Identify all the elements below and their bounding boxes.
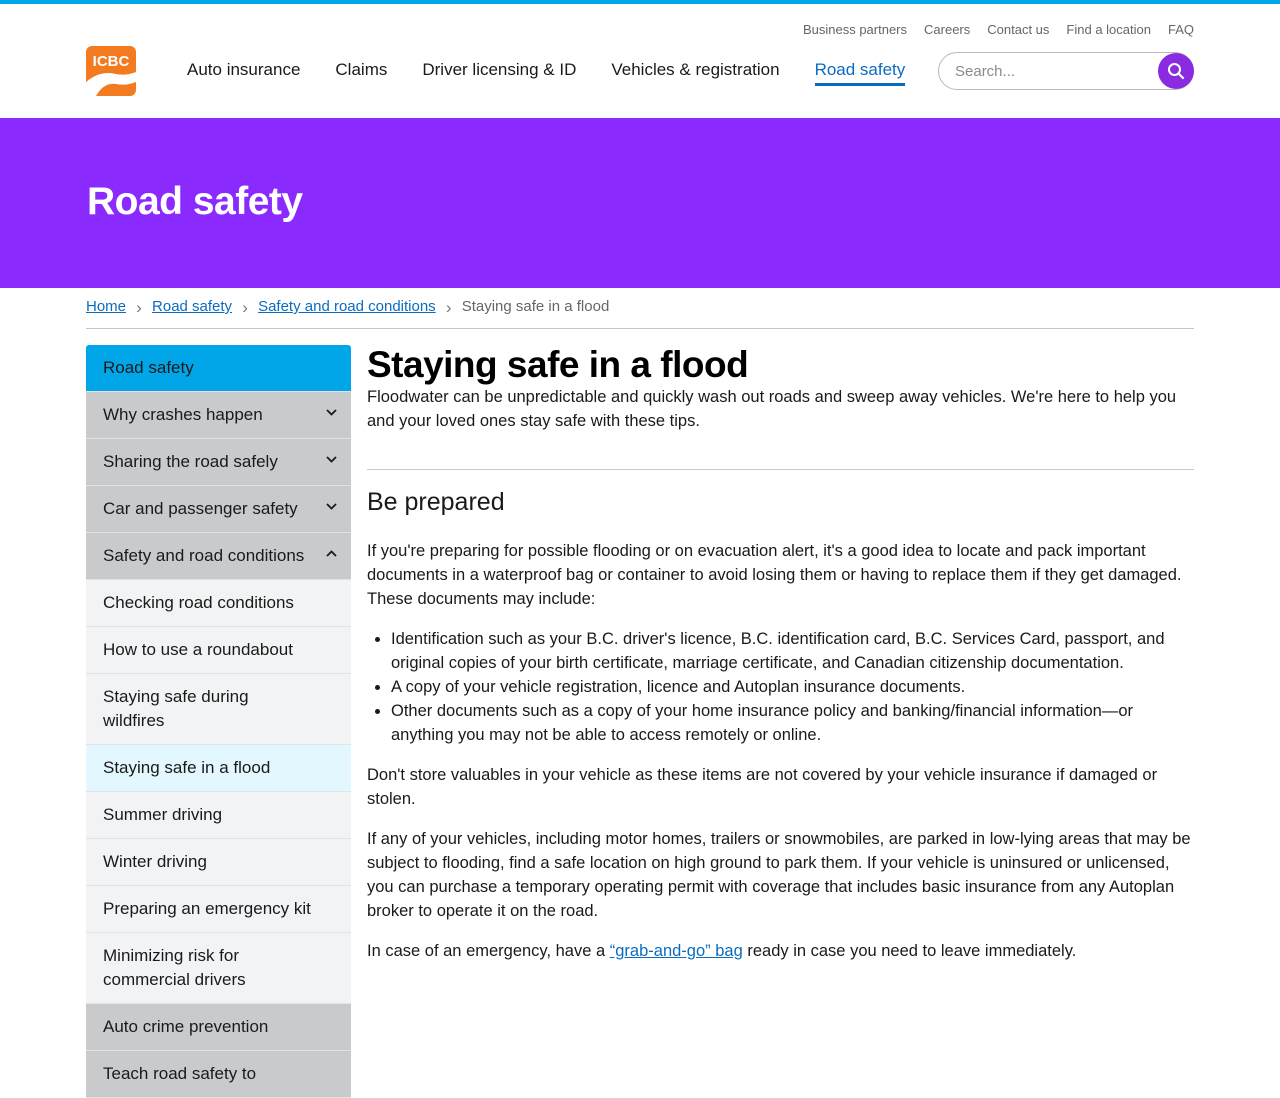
sidebar-item-emergency-kit[interactable]: Preparing an emergency kit <box>86 886 351 933</box>
page-title: Staying safe in a flood <box>367 344 749 385</box>
chevron-up-icon <box>326 550 337 557</box>
documents-list: Identification such as your B.C. driver'… <box>367 627 1194 747</box>
site-header: Business partners Careers Contact us Fin… <box>0 4 1280 118</box>
nav-road-safety[interactable]: Road safety <box>814 60 906 86</box>
sidebar-item-auto-crime-prevention[interactable]: Auto crime prevention <box>86 1004 351 1051</box>
utility-nav: Business partners Careers Contact us Fin… <box>803 22 1194 37</box>
breadcrumb-chevron-icon: › <box>242 298 248 317</box>
utility-link-contact-us[interactable]: Contact us <box>987 22 1049 37</box>
utility-link-find-location[interactable]: Find a location <box>1066 22 1151 37</box>
breadcrumb: Home › Road safety › Safety and road con… <box>86 298 1194 329</box>
chevron-down-icon <box>326 409 337 416</box>
breadcrumb-road-safety[interactable]: Road safety <box>152 298 232 315</box>
sidebar-item-car-passenger-safety[interactable]: Car and passenger safety <box>86 486 351 533</box>
breadcrumb-chevron-icon: › <box>136 298 142 317</box>
section-sidebar: Road safety Why crashes happen Sharing t… <box>86 345 351 1098</box>
sidebar-item-commercial-drivers[interactable]: Minimizing risk for commercial drivers <box>86 933 351 1004</box>
section-heading-be-prepared: Be prepared <box>367 488 505 516</box>
lead-paragraph: Floodwater can be unpredictable and quic… <box>367 388 1177 430</box>
list-item: Other documents such as a copy of your h… <box>391 699 1194 747</box>
sidebar-item-label: Car and passenger safety <box>103 499 298 518</box>
banner-title: Road safety <box>87 180 303 223</box>
sidebar-item-summer-driving[interactable]: Summer driving <box>86 792 351 839</box>
grab-and-go-link[interactable]: “grab-and-go” bag <box>610 942 743 960</box>
nav-driver-licensing[interactable]: Driver licensing & ID <box>422 60 576 86</box>
list-item: Identification such as your B.C. driver'… <box>391 627 1194 675</box>
breadcrumb-home[interactable]: Home <box>86 298 126 315</box>
chevron-down-icon <box>326 456 337 463</box>
svg-text:ICBC: ICBC <box>93 53 130 70</box>
sidebar-item-safety-road-conditions[interactable]: Safety and road conditions <box>86 533 351 580</box>
sidebar-item-wildfires[interactable]: Staying safe during wildfires <box>86 674 351 745</box>
breadcrumb-current: Staying safe in a flood <box>461 298 610 315</box>
sidebar-item-sharing-the-road[interactable]: Sharing the road safely <box>86 439 351 486</box>
icbc-logo[interactable]: ICBC <box>86 46 136 96</box>
icbc-logo-icon: ICBC <box>86 46 136 96</box>
paragraph-documents-intro: If you're preparing for possible floodin… <box>367 542 1182 608</box>
sidebar-item-winter-driving[interactable]: Winter driving <box>86 839 351 886</box>
sidebar-item-teach-road-safety[interactable]: Teach road safety to <box>86 1051 351 1098</box>
chevron-down-icon <box>326 503 337 510</box>
grab-and-go-text-before: In case of an emergency, have a <box>367 942 610 960</box>
search-box <box>938 52 1194 90</box>
utility-link-faq[interactable]: FAQ <box>1168 22 1194 37</box>
nav-vehicles-registration[interactable]: Vehicles & registration <box>611 60 779 86</box>
sidebar-item-label: Safety and road conditions <box>103 546 305 565</box>
sidebar-item-checking-road-conditions[interactable]: Checking road conditions <box>86 580 351 627</box>
list-item: A copy of your vehicle registration, lic… <box>391 675 1194 699</box>
paragraph-grab-and-go: In case of an emergency, have a “grab-an… <box>367 939 1194 963</box>
page-banner: Road safety <box>0 118 1280 288</box>
main-nav: Auto insurance Claims Driver licensing &… <box>187 60 906 86</box>
sidebar-item-flood-current[interactable]: Staying safe in a flood <box>86 745 351 792</box>
sidebar-item-label: Why crashes happen <box>103 405 263 424</box>
paragraph-vehicle-parking: If any of your vehicles, including motor… <box>367 830 1191 920</box>
breadcrumb-safety-road-conditions[interactable]: Safety and road conditions <box>258 298 436 315</box>
section-divider <box>367 469 1194 470</box>
paragraph-valuables: Don't store valuables in your vehicle as… <box>367 766 1158 808</box>
nav-claims[interactable]: Claims <box>335 60 387 86</box>
main-content: Staying safe in a flood Floodwater can b… <box>367 345 1194 963</box>
search-input[interactable] <box>938 52 1194 90</box>
sidebar-item-road-safety[interactable]: Road safety <box>86 345 351 392</box>
sidebar-item-roundabout[interactable]: How to use a roundabout <box>86 627 351 674</box>
breadcrumb-chevron-icon: › <box>445 298 452 317</box>
utility-link-business-partners[interactable]: Business partners <box>803 22 907 37</box>
utility-link-careers[interactable]: Careers <box>924 22 970 37</box>
nav-auto-insurance[interactable]: Auto insurance <box>187 60 300 86</box>
sidebar-item-why-crashes-happen[interactable]: Why crashes happen <box>86 392 351 439</box>
sidebar-item-label: Sharing the road safely <box>103 452 278 471</box>
search-icon <box>1168 63 1185 80</box>
search-button[interactable] <box>1158 53 1194 89</box>
grab-and-go-text-after: ready in case you need to leave immediat… <box>742 942 1077 960</box>
